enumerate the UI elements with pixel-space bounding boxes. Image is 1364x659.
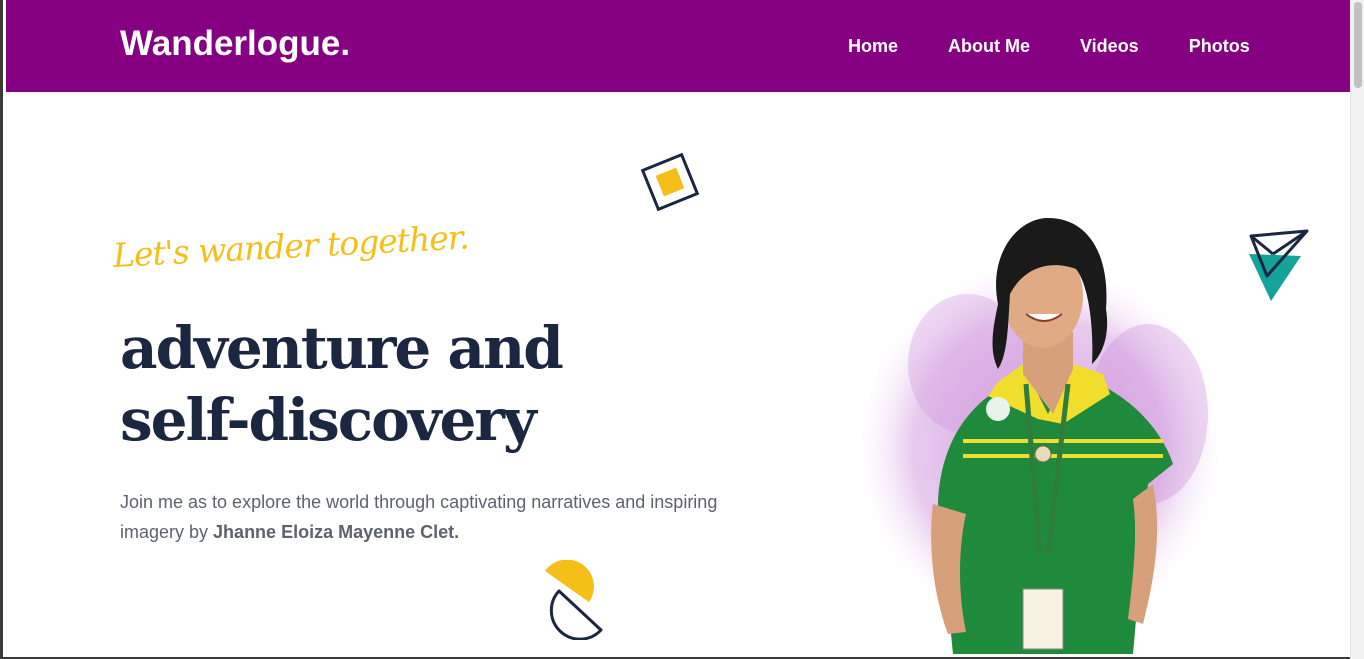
headline-line-2: self-discovery [120, 386, 537, 454]
hero-intro: Join me as to explore the world through … [120, 487, 760, 547]
headline-line-1: adventure and [120, 314, 564, 382]
half-circle-shape-icon [545, 560, 603, 640]
vertical-scrollbar[interactable] [1350, 0, 1364, 659]
author-name: Jhanne Eloiza Mayenne Clet. [213, 522, 460, 542]
nav-home[interactable]: Home [848, 36, 898, 57]
hero-headline: adventure and self-discovery [120, 312, 564, 456]
nav-photos[interactable]: Photos [1189, 36, 1250, 57]
scrollbar-thumb[interactable] [1354, 2, 1362, 88]
paper-plane-icon [1249, 229, 1309, 301]
author-portrait [858, 218, 1222, 654]
diamond-shape-icon [640, 152, 700, 212]
site-logo[interactable]: Wanderlogue. [120, 24, 350, 64]
main-nav: Home About Me Videos Photos [848, 36, 1250, 57]
browser-viewport: Wanderlogue. Home About Me Videos Photos… [0, 0, 1364, 659]
nav-videos[interactable]: Videos [1080, 36, 1139, 57]
nav-about-me[interactable]: About Me [948, 36, 1030, 57]
hero-tagline: Let's wander together. [111, 217, 470, 275]
top-navbar: Wanderlogue. Home About Me Videos Photos [6, 0, 1353, 92]
